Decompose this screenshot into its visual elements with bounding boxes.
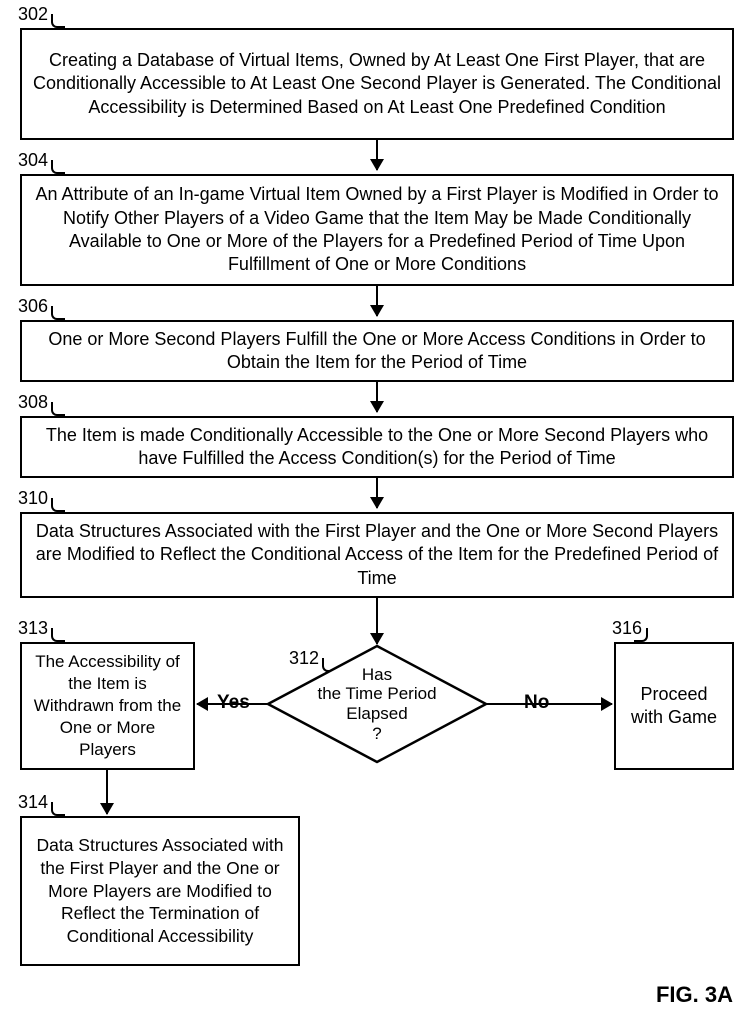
step-314: Data Structures Associated with the Firs… <box>20 816 300 966</box>
ref-304: 304 <box>18 150 48 171</box>
ref-tick-314 <box>51 802 65 816</box>
step-310: Data Structures Associated with the Firs… <box>20 512 734 598</box>
ref-tick-310 <box>51 498 65 512</box>
ref-tick-306 <box>51 306 65 320</box>
arrow-302-304 <box>376 140 378 170</box>
ref-tick-316 <box>634 628 648 642</box>
arrow-304-306 <box>376 286 378 316</box>
ref-tick-304 <box>51 160 65 174</box>
step-310-text: Data Structures Associated with the Firs… <box>32 520 722 590</box>
ref-313: 313 <box>18 618 48 639</box>
step-313: The Accessibility of the Item is Withdra… <box>20 642 195 770</box>
ref-308: 308 <box>18 392 48 413</box>
step-306-text: One or More Second Players Fulfill the O… <box>32 328 722 375</box>
step-302: Creating a Database of Virtual Items, Ow… <box>20 28 734 140</box>
step-308-text: The Item is made Conditionally Accessibl… <box>32 424 722 471</box>
step-314-text: Data Structures Associated with the Firs… <box>32 834 288 948</box>
arrow-306-308 <box>376 382 378 412</box>
decision-312: Has the Time Period Elapsed ? <box>266 644 488 764</box>
ref-310: 310 <box>18 488 48 509</box>
ref-306: 306 <box>18 296 48 317</box>
step-316: Proceed with Game <box>614 642 734 770</box>
arrow-312-316 <box>487 703 612 705</box>
ref-302: 302 <box>18 4 48 25</box>
step-306: One or More Second Players Fulfill the O… <box>20 320 734 382</box>
ref-tick-308 <box>51 402 65 416</box>
arrow-308-310 <box>376 478 378 508</box>
arrow-313-314 <box>106 770 108 814</box>
step-313-text: The Accessibility of the Item is Withdra… <box>32 651 183 761</box>
step-316-text: Proceed with Game <box>626 683 722 730</box>
step-308: The Item is made Conditionally Accessibl… <box>20 416 734 478</box>
step-302-text: Creating a Database of Virtual Items, Ow… <box>32 49 722 119</box>
arrow-310-312 <box>376 598 378 644</box>
arrow-312-313 <box>197 703 267 705</box>
step-304-text: An Attribute of an In-game Virtual Item … <box>32 183 722 277</box>
decision-312-text: Has the Time Period Elapsed ? <box>266 644 488 764</box>
figure-label: FIG. 3A <box>656 982 733 1008</box>
ref-tick-302 <box>51 14 65 28</box>
ref-tick-313 <box>51 628 65 642</box>
step-304: An Attribute of an In-game Virtual Item … <box>20 174 734 286</box>
ref-314: 314 <box>18 792 48 813</box>
